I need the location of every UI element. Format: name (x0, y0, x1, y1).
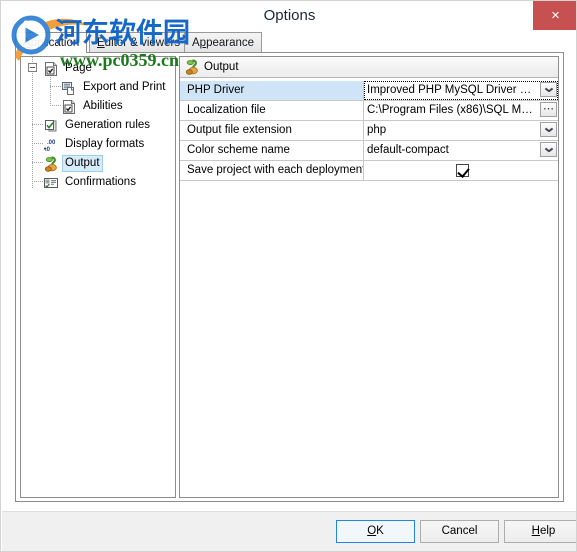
tab-application-label: pplication (30, 37, 80, 49)
color-scheme-name-combo[interactable]: default-compact (364, 141, 558, 160)
sidebar-item-output[interactable]: Output (43, 154, 103, 173)
sidebar-item-display-formats[interactable]: .00 .0 Display formats (43, 135, 147, 154)
display-formats-icon: .00 .0 (43, 137, 59, 153)
settings-tree[interactable]: Page Export and Print Abilities Generati… (20, 56, 176, 498)
tab-editor-and-viewers[interactable]: Editor & viewers (89, 32, 189, 52)
settings-content-panel: Output PHP Driver Improved PHP MySQL Dri… (179, 56, 559, 498)
property-value: default-compact (367, 144, 449, 156)
page-icon (43, 61, 59, 77)
php-driver-combo[interactable]: Improved PHP MySQL Driver (mysqli) (364, 81, 558, 100)
help-button[interactable]: Help (504, 520, 576, 543)
sidebar-item-label: Export and Print (83, 81, 166, 93)
save-project-checkbox-cell[interactable] (364, 161, 558, 180)
cancel-button[interactable]: Cancel (420, 520, 499, 543)
content-header-title: Output (204, 61, 239, 73)
tab-strip: Application Editor & viewers Appearance (15, 32, 564, 53)
property-value: C:\Program Files (x86)\SQL Maestr… (367, 104, 558, 116)
sidebar-item-generation-rules[interactable]: Generation rules (43, 116, 153, 135)
dialog-footer: OK Cancel Help (2, 511, 576, 551)
table-row[interactable]: Save project with each deployment (180, 161, 558, 181)
localization-file-field[interactable]: C:\Program Files (x86)\SQL Maestr… ⋯ (364, 101, 558, 120)
page-title: Options (263, 7, 316, 24)
property-value: php (367, 124, 387, 136)
sidebar-item-export-and-print[interactable]: Export and Print (61, 78, 168, 97)
content-header: Output (180, 57, 558, 78)
tree-connector (50, 105, 61, 106)
table-row[interactable]: Localization file C:\Program Files (x86)… (180, 101, 558, 121)
tab-appearance[interactable]: Appearance (184, 32, 263, 52)
browse-ellipsis-icon[interactable]: ⋯ (540, 102, 557, 117)
close-icon[interactable]: × (533, 1, 576, 30)
tree-connector (32, 124, 43, 125)
tree-connector (50, 86, 61, 87)
tree-connector (32, 57, 33, 189)
tab-application[interactable]: Application (15, 32, 88, 53)
property-name: Color scheme name (180, 141, 364, 160)
sidebar-item-label: Confirmations (65, 176, 136, 188)
export-print-icon (61, 80, 77, 96)
sidebar-item-label: Abilities (83, 100, 123, 112)
abilities-icon (61, 99, 77, 115)
ok-button-label: K (376, 525, 384, 537)
table-row[interactable]: Color scheme name default-compact (180, 141, 558, 161)
tree-connector (32, 143, 43, 144)
sidebar-item-confirmations[interactable]: Confirmations (43, 173, 139, 192)
property-name: Localization file (180, 101, 364, 120)
chevron-down-icon[interactable] (540, 142, 557, 157)
ellipsis-glyph: ⋯ (543, 103, 554, 115)
chevron-down-icon[interactable] (540, 82, 557, 97)
sidebar-item-abilities[interactable]: Abilities (61, 97, 126, 116)
check-icon (457, 164, 470, 178)
sidebar-item-page[interactable]: Page (43, 59, 95, 78)
chevron-down-icon[interactable] (540, 122, 557, 137)
tab-editor-label: ditor & viewers (104, 37, 181, 49)
checkbox-wrapper (367, 161, 558, 179)
sidebar-item-label: Output (62, 155, 103, 172)
output-icon (184, 59, 200, 75)
property-name: Output file extension (180, 121, 364, 140)
tab-appearance-label-a: A (192, 37, 200, 49)
property-name: Save project with each deployment (180, 161, 364, 180)
svg-text:.0: .0 (45, 147, 51, 153)
title-bar: Options × (1, 1, 576, 31)
svg-text:.00: .00 (47, 140, 56, 146)
sidebar-item-label: Generation rules (65, 119, 151, 131)
property-grid: PHP Driver Improved PHP MySQL Driver (my… (180, 80, 558, 181)
table-row[interactable]: Output file extension php (180, 121, 558, 141)
tree-expander-page[interactable] (28, 63, 37, 72)
tab-appearance-label-rest: pearance (206, 37, 255, 49)
output-icon (43, 155, 59, 172)
sidebar-item-label: Page (65, 62, 92, 74)
sidebar-item-label: Display formats (65, 138, 145, 150)
output-file-extension-combo[interactable]: php (364, 121, 558, 140)
property-name: PHP Driver (180, 81, 364, 100)
tree-connector (32, 162, 43, 163)
table-row[interactable]: PHP Driver Improved PHP MySQL Driver (my… (180, 81, 558, 101)
save-project-checkbox[interactable] (456, 163, 470, 178)
ok-button[interactable]: OK (336, 520, 415, 543)
dialog-body: Page Export and Print Abilities Generati… (15, 52, 564, 502)
generation-rules-icon (43, 118, 59, 134)
tree-connector (32, 181, 43, 182)
property-value: Improved PHP MySQL Driver (mysqli) (367, 84, 557, 96)
cancel-button-label: Cancel (441, 525, 478, 537)
options-dialog: Options × Application Editor & viewers A… (0, 0, 577, 552)
confirmations-icon (43, 175, 59, 191)
help-button-label: elp (539, 525, 556, 537)
